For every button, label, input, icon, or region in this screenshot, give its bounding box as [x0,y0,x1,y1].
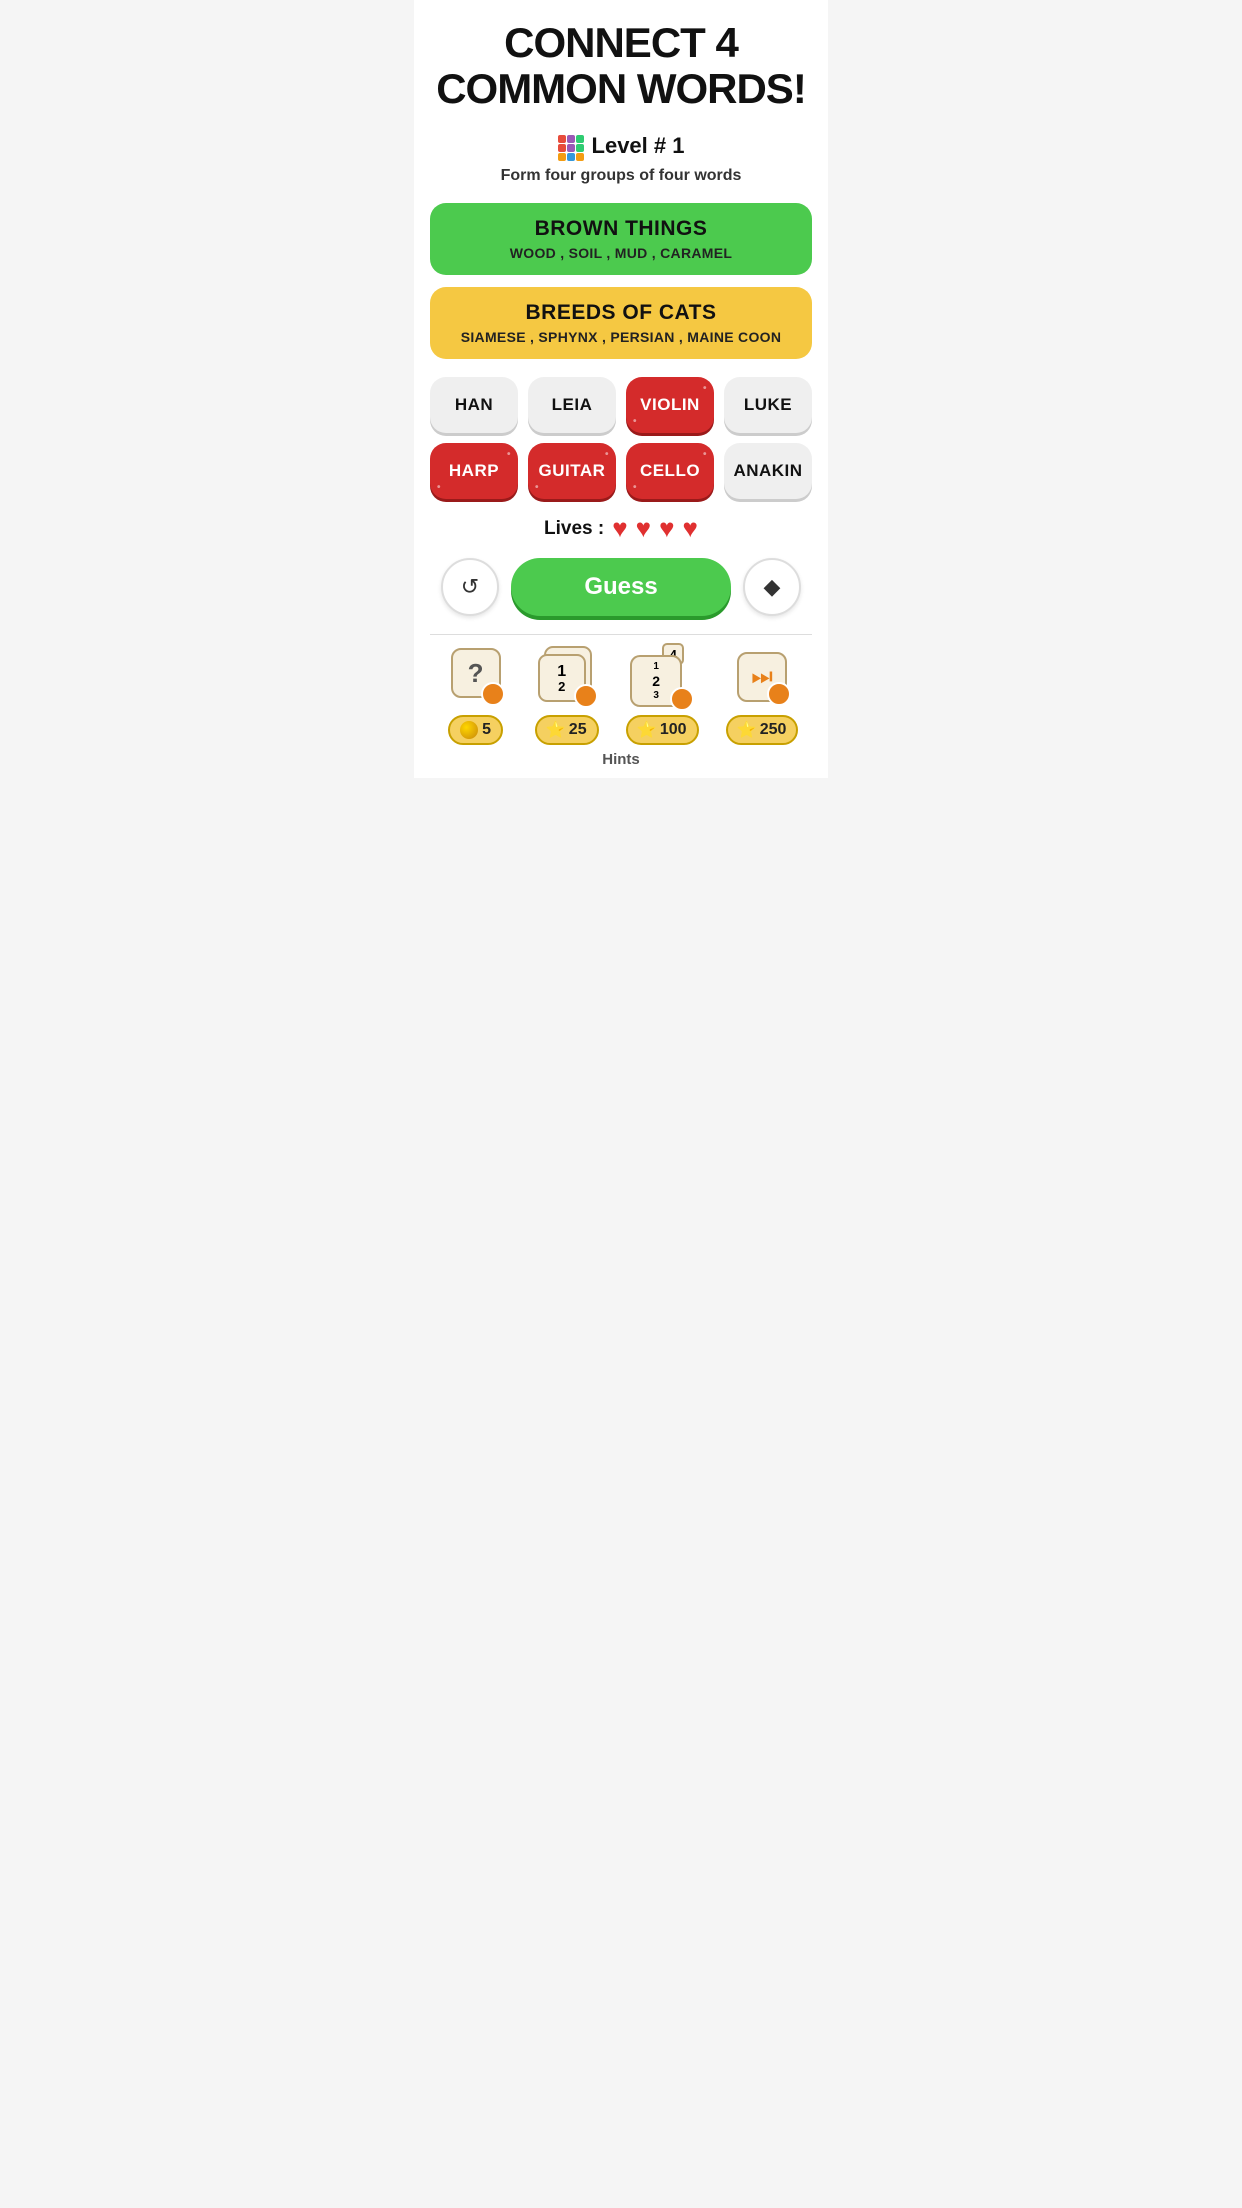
hints-label: Hints [430,751,812,768]
heart-3: ♥ [659,513,674,544]
heart-4: ♥ [683,513,698,544]
level-row: Level # 1 [558,130,685,161]
hint-reveal-cost: ⭐ 25 [535,715,599,745]
hint-reveal-badge [574,684,598,708]
word-tile-guitar[interactable]: GUITAR [528,443,616,499]
app-container: CONNECT 4 COMMON WORDS! Level # 1 Form f… [414,0,828,778]
lives-row: Lives : ♥ ♥ ♥ ♥ [544,513,698,544]
hint-question-icon-wrap: ? [444,645,508,709]
erase-button[interactable]: ◆ [743,558,801,616]
guess-button[interactable]: Guess [511,558,731,616]
word-tile-cello[interactable]: CELLO [626,443,714,499]
level-grid-icon [558,130,584,161]
hints-row: ? 5 1 2 [430,645,812,745]
hint-count-item[interactable]: 4 1 2 3 ⭐ 100 [626,645,699,745]
word-tile-anakin[interactable]: ANAKIN [724,443,812,499]
hint-skip-item[interactable]: ⏭ ⭐ 250 [726,645,799,745]
hint-count-icon-wrap: 4 1 2 3 [630,645,694,709]
word-tile-harp[interactable]: HARP [430,443,518,499]
word-tile-luke[interactable]: LUKE [724,377,812,433]
hint-skip-cost: ⭐ 250 [726,715,799,745]
hints-section: ? 5 1 2 [430,634,812,768]
category-title-green: BROWN THINGS [446,217,796,241]
category-breeds-of-cats: BREEDS OF CATS SIAMESE , SPHYNX , PERSIA… [430,287,812,359]
hint-count-badge [670,687,694,711]
coin-icon-3: ⭐ [638,721,656,739]
lives-label: Lives : [544,518,604,540]
hint-skip-badge [767,682,791,706]
hint-reveal-item[interactable]: 1 2 ⭐ 25 [535,645,599,745]
action-row: ↺ Guess ◆ [430,558,812,616]
coin-icon-4: ⭐ [738,721,756,739]
category-items-green: WOOD , SOIL , MUD , CARAMEL [446,245,796,261]
hint-count-cost: ⭐ 100 [626,715,699,745]
hint-question-item[interactable]: ? 5 [444,645,508,745]
heart-1: ♥ [612,513,627,544]
word-tile-han[interactable]: HAN [430,377,518,433]
hint-question-badge [481,682,505,706]
coin-icon-1 [460,721,478,739]
heart-2: ♥ [636,513,651,544]
word-tile-violin[interactable]: VIOLIN [626,377,714,433]
word-tile-leia[interactable]: LEIA [528,377,616,433]
app-title: CONNECT 4 COMMON WORDS! [436,20,806,112]
category-items-yellow: SIAMESE , SPHYNX , PERSIAN , MAINE COON [446,329,796,345]
category-title-yellow: BREEDS OF CATS [446,301,796,325]
category-brown-things: BROWN THINGS WOOD , SOIL , MUD , CARAMEL [430,203,812,275]
hint-skip-icon-wrap: ⏭ [730,645,794,709]
level-label: Level # 1 [592,133,685,159]
word-grid: HANLEIAVIOLINLUKE HARPGUITARCELLOANAKIN [430,377,812,499]
coin-icon-2: ⭐ [547,721,565,739]
hint-reveal-icon-wrap: 1 2 [535,645,599,709]
shuffle-button[interactable]: ↺ [441,558,499,616]
hint-question-cost: 5 [448,715,503,745]
subtitle: Form four groups of four words [501,167,742,185]
